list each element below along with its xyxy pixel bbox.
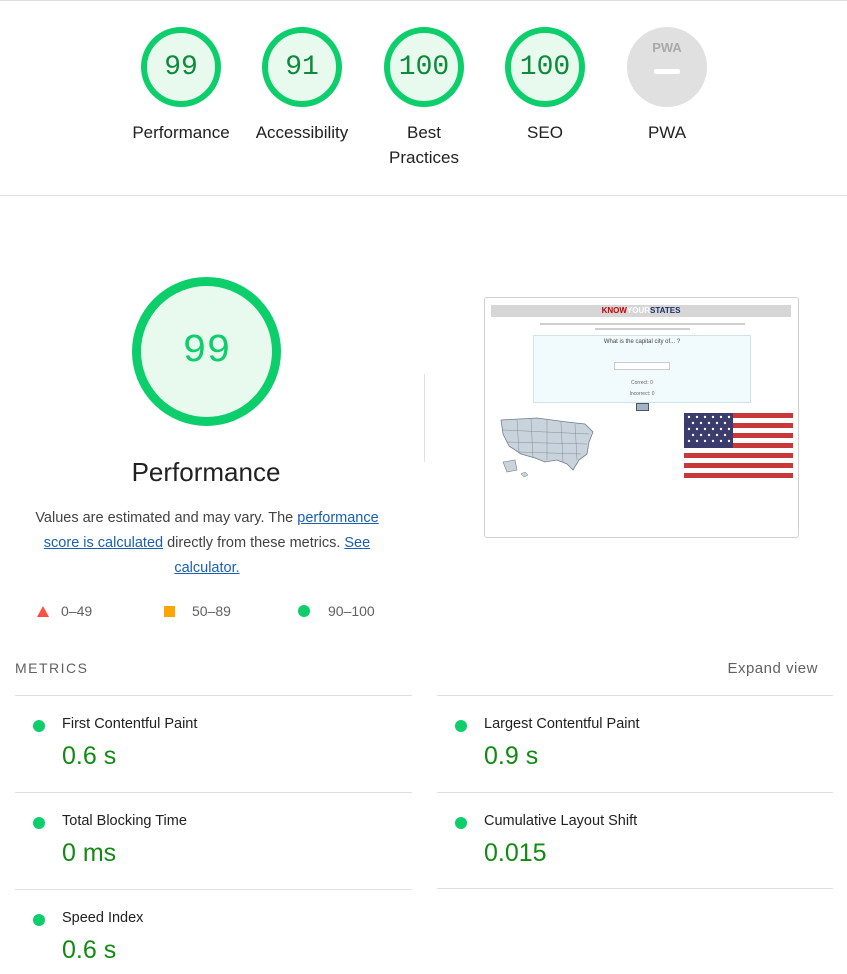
pass-dot-icon <box>33 817 45 829</box>
intro-text-line <box>595 328 690 330</box>
gauge-value: 91 <box>285 51 319 83</box>
desc-text: Values are estimated and may vary. The <box>35 510 298 526</box>
site-title-your: YOUR <box>626 306 651 315</box>
best-practices-score-ring: 100 <box>384 27 464 107</box>
legend-range: 90–100 <box>328 603 375 619</box>
site-title-know: KNOW <box>601 306 627 315</box>
metric-name: First Contentful Paint <box>62 716 198 732</box>
legend-pass: 90–100 <box>298 603 375 619</box>
gauge-pwa[interactable]: PWA PWA <box>607 27 727 145</box>
metric-value: 0.9 s <box>484 742 539 770</box>
intro-text-line <box>540 323 745 325</box>
expand-view-button[interactable]: Expand view <box>727 660 818 677</box>
legend-range: 0–49 <box>61 603 93 619</box>
gauge-label: PWA <box>647 123 687 142</box>
gauge-seo[interactable]: 100 SEO <box>485 27 605 145</box>
gauge-label: Best Practices <box>389 123 459 167</box>
gauge-accessibility[interactable]: 91 Accessibility <box>242 27 362 145</box>
submit-button <box>636 403 649 411</box>
legend-average: 50–89 <box>164 603 231 619</box>
performance-title: Performance <box>131 457 281 487</box>
pwa-dash-icon <box>654 69 680 74</box>
quiz-question: What is the capital city of... ? <box>603 339 681 345</box>
metric-name: Cumulative Layout Shift <box>484 813 638 829</box>
us-flag-icon <box>684 413 793 478</box>
metric-value: 0.6 s <box>62 742 117 770</box>
gauge-best-practices[interactable]: 100 Best Practices <box>364 27 484 170</box>
quiz-box: What is the capital city of... ? Correct… <box>533 335 751 403</box>
gauge-performance[interactable]: 99 Performance <box>121 27 241 145</box>
legend-fail: 0–49 <box>37 603 92 619</box>
gauge-value: 100 <box>398 51 450 83</box>
desc-text: directly from these metrics. <box>163 535 345 551</box>
performance-score: 99 <box>182 329 231 374</box>
pass-dot-icon <box>33 720 45 732</box>
performance-score-ring: 99 <box>141 27 221 107</box>
pwa-badge-icon: PWA <box>627 27 707 107</box>
final-screenshot[interactable]: KNOWYOURSTATES What is the capital city … <box>484 297 799 538</box>
performance-big-gauge: 99 <box>132 277 281 426</box>
metric-divider <box>15 792 412 793</box>
pass-dot-icon <box>33 914 45 926</box>
triangle-icon <box>37 605 49 617</box>
metrics-heading: METRICS <box>15 660 89 676</box>
metric-divider <box>437 792 833 793</box>
metric-name: Total Blocking Time <box>62 813 187 829</box>
metric-name: Speed Index <box>62 910 144 926</box>
incorrect-count: Incorrect: 0 <box>629 391 655 397</box>
circle-icon <box>298 605 310 617</box>
pass-dot-icon <box>455 720 467 732</box>
square-icon <box>164 605 175 617</box>
metric-divider <box>437 888 833 889</box>
gauge-label: Performance <box>132 123 230 142</box>
top-divider <box>0 0 847 1</box>
section-divider <box>0 195 847 196</box>
pass-dot-icon <box>455 817 467 829</box>
metric-name: Largest Contentful Paint <box>484 716 640 732</box>
seo-score-ring: 100 <box>505 27 585 107</box>
accessibility-score-ring: 91 <box>262 27 342 107</box>
answer-input <box>614 362 670 370</box>
metric-divider <box>437 695 833 696</box>
metric-divider <box>15 889 412 890</box>
vertical-divider <box>424 374 425 462</box>
gauge-value: 100 <box>519 51 571 83</box>
correct-count: Correct: 0 <box>631 380 653 386</box>
pwa-badge-text: PWA <box>652 40 682 55</box>
screenshot-site-header: KNOWYOURSTATES <box>491 305 791 317</box>
metric-value: 0.6 s <box>62 936 117 964</box>
metric-value: 0.015 <box>484 839 547 867</box>
metric-divider <box>15 695 412 696</box>
legend-range: 50–89 <box>192 603 231 619</box>
gauge-label: Accessibility <box>255 123 349 142</box>
metric-value: 0 ms <box>62 839 117 867</box>
gauge-label: SEO <box>527 123 563 142</box>
gauge-value: 99 <box>164 51 198 83</box>
site-title-states: STATES <box>650 306 681 315</box>
us-map-icon <box>500 417 594 478</box>
performance-description: Values are estimated and may vary. The p… <box>26 506 388 581</box>
